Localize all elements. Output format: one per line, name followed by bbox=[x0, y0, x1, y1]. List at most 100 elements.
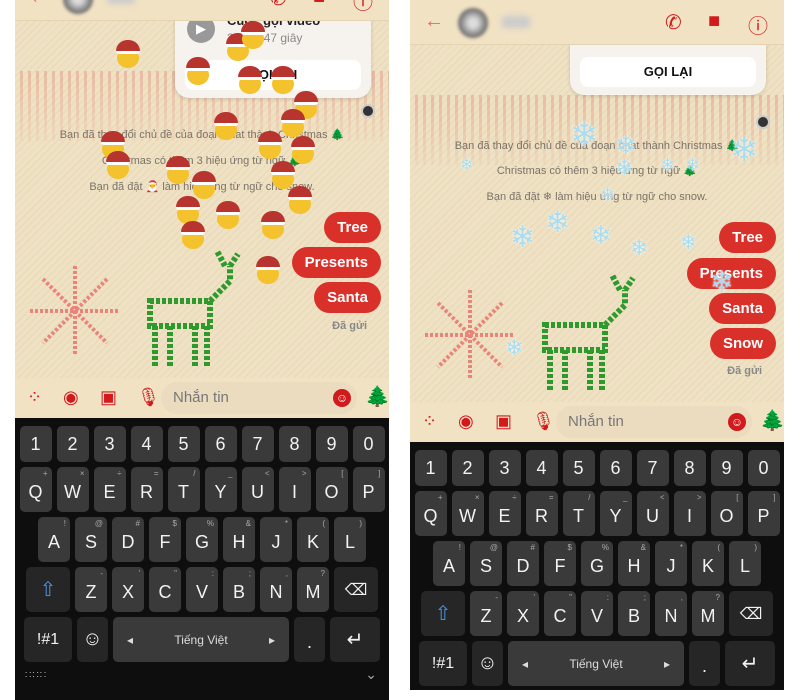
symbols-key[interactable]: !#1 bbox=[419, 641, 467, 686]
key-3[interactable]: 3 bbox=[93, 426, 126, 462]
shift-key[interactable]: ⇧ bbox=[26, 567, 70, 612]
back-arrow-icon[interactable]: ← bbox=[29, 0, 49, 9]
key-a[interactable]: A! bbox=[38, 517, 70, 562]
backspace-key[interactable]: ⌫ bbox=[729, 591, 773, 636]
key-e[interactable]: E ÷ bbox=[93, 467, 126, 512]
key-v[interactable]: V: bbox=[581, 591, 613, 636]
key-s[interactable]: S @ bbox=[470, 541, 502, 586]
video-camera-icon[interactable]: ■ bbox=[313, 0, 325, 9]
key-x[interactable]: X ' bbox=[112, 567, 144, 612]
enter-key[interactable]: ↵ bbox=[725, 641, 775, 686]
camera-icon[interactable]: ◉ bbox=[458, 411, 474, 432]
key-4[interactable]: 4 bbox=[130, 426, 163, 462]
key-6[interactable]: 6 bbox=[599, 450, 632, 486]
keyboard-hide-icon[interactable]: ⌄ bbox=[365, 666, 377, 683]
info-icon[interactable]: ⓘ bbox=[748, 10, 768, 39]
key-o[interactable]: O[ bbox=[315, 467, 348, 512]
key-h[interactable]: H & bbox=[223, 517, 255, 562]
key-e[interactable]: E ÷ bbox=[488, 491, 521, 536]
key-a[interactable]: A! bbox=[433, 541, 465, 586]
key-r[interactable]: R = bbox=[130, 467, 163, 512]
back-arrow-icon[interactable]: ← bbox=[424, 10, 444, 33]
key-o[interactable]: O[ bbox=[710, 491, 743, 536]
emoji-icon[interactable]: ☺ bbox=[728, 413, 746, 431]
key-g[interactable]: G% bbox=[581, 541, 613, 586]
key-f[interactable]: F $ bbox=[149, 517, 181, 562]
key-y[interactable]: Y _ bbox=[204, 467, 237, 512]
key-s[interactable]: S @ bbox=[75, 517, 107, 562]
message-bubble[interactable]: Presents bbox=[291, 247, 381, 278]
key-q[interactable]: Q + bbox=[19, 467, 52, 512]
key-z[interactable]: Z- bbox=[75, 567, 107, 612]
message-input[interactable]: Nhắn tin bbox=[556, 406, 752, 438]
key-i[interactable]: I > bbox=[673, 491, 706, 536]
key-c[interactable]: C " bbox=[149, 567, 181, 612]
contact-avatar[interactable] bbox=[458, 8, 488, 38]
message-bubble[interactable]: Tree bbox=[324, 212, 381, 243]
space-key[interactable]: ◂ Tiếng Việt ▸ bbox=[508, 641, 684, 686]
symbols-key[interactable]: !#1 bbox=[24, 617, 72, 662]
theme-tree-icon[interactable]: 🌲 bbox=[760, 408, 784, 433]
key-q[interactable]: Q + bbox=[414, 491, 447, 536]
key-9[interactable]: 9 bbox=[315, 426, 348, 462]
key-0[interactable]: 0 bbox=[352, 426, 385, 462]
apps-grid-icon[interactable]: ⁘ bbox=[422, 411, 437, 432]
key-8[interactable]: 8 bbox=[278, 426, 311, 462]
key-4[interactable]: 4 bbox=[525, 450, 558, 486]
key-b[interactable]: B; bbox=[618, 591, 650, 636]
key-h[interactable]: H & bbox=[618, 541, 650, 586]
info-icon[interactable]: ⓘ bbox=[353, 0, 373, 15]
emoji-icon[interactable]: ☺ bbox=[333, 389, 351, 407]
microphone-icon[interactable]: 🎙 bbox=[532, 411, 555, 432]
key-l[interactable]: L) bbox=[729, 541, 761, 586]
key-7[interactable]: 7 bbox=[241, 426, 274, 462]
key-u[interactable]: U < bbox=[636, 491, 669, 536]
key-k[interactable]: K( bbox=[692, 541, 724, 586]
key-1[interactable]: 1 bbox=[414, 450, 447, 486]
key-z[interactable]: Z- bbox=[470, 591, 502, 636]
key-g[interactable]: G% bbox=[186, 517, 218, 562]
contact-avatar[interactable] bbox=[63, 0, 93, 14]
key-k[interactable]: K( bbox=[297, 517, 329, 562]
apps-grid-icon[interactable]: ⁘ bbox=[27, 387, 42, 408]
emoji-key[interactable]: ☺ bbox=[472, 641, 503, 686]
key-n[interactable]: N, bbox=[260, 567, 292, 612]
message-bubble[interactable]: Tree bbox=[719, 222, 776, 253]
message-bubble[interactable]: Santa bbox=[314, 282, 381, 313]
key-9[interactable]: 9 bbox=[710, 450, 743, 486]
phone-icon[interactable]: ✆ bbox=[270, 0, 287, 11]
enter-key[interactable]: ↵ bbox=[330, 617, 380, 662]
message-bubble[interactable]: Snow bbox=[710, 328, 776, 359]
key-c[interactable]: C " bbox=[544, 591, 576, 636]
key-m[interactable]: M? bbox=[297, 567, 329, 612]
video-camera-icon[interactable]: ■ bbox=[708, 10, 720, 33]
microphone-icon[interactable]: 🎙 bbox=[137, 387, 160, 408]
period-key[interactable]: . bbox=[294, 617, 325, 662]
key-y[interactable]: Y _ bbox=[599, 491, 632, 536]
key-j[interactable]: J * bbox=[655, 541, 687, 586]
call-back-button[interactable]: GỌI LẠI bbox=[580, 57, 756, 87]
key-i[interactable]: I > bbox=[278, 467, 311, 512]
image-icon[interactable]: ▣ bbox=[100, 387, 117, 408]
key-x[interactable]: X ' bbox=[507, 591, 539, 636]
key-5[interactable]: 5 bbox=[562, 450, 595, 486]
phone-icon[interactable]: ✆ bbox=[665, 10, 682, 35]
key-r[interactable]: R = bbox=[525, 491, 558, 536]
contact-name[interactable] bbox=[107, 0, 135, 4]
key-n[interactable]: N, bbox=[655, 591, 687, 636]
backspace-key[interactable]: ⌫ bbox=[334, 567, 378, 612]
key-v[interactable]: V: bbox=[186, 567, 218, 612]
message-input[interactable]: Nhắn tin bbox=[161, 382, 357, 414]
key-u[interactable]: U < bbox=[241, 467, 274, 512]
key-d[interactable]: D # bbox=[112, 517, 144, 562]
key-3[interactable]: 3 bbox=[488, 450, 521, 486]
key-6[interactable]: 6 bbox=[204, 426, 237, 462]
key-2[interactable]: 2 bbox=[56, 426, 89, 462]
key-8[interactable]: 8 bbox=[673, 450, 706, 486]
image-icon[interactable]: ▣ bbox=[495, 411, 512, 432]
emoji-key[interactable]: ☺ bbox=[77, 617, 108, 662]
key-w[interactable]: W × bbox=[451, 491, 484, 536]
key-l[interactable]: L) bbox=[334, 517, 366, 562]
key-2[interactable]: 2 bbox=[451, 450, 484, 486]
key-5[interactable]: 5 bbox=[167, 426, 200, 462]
